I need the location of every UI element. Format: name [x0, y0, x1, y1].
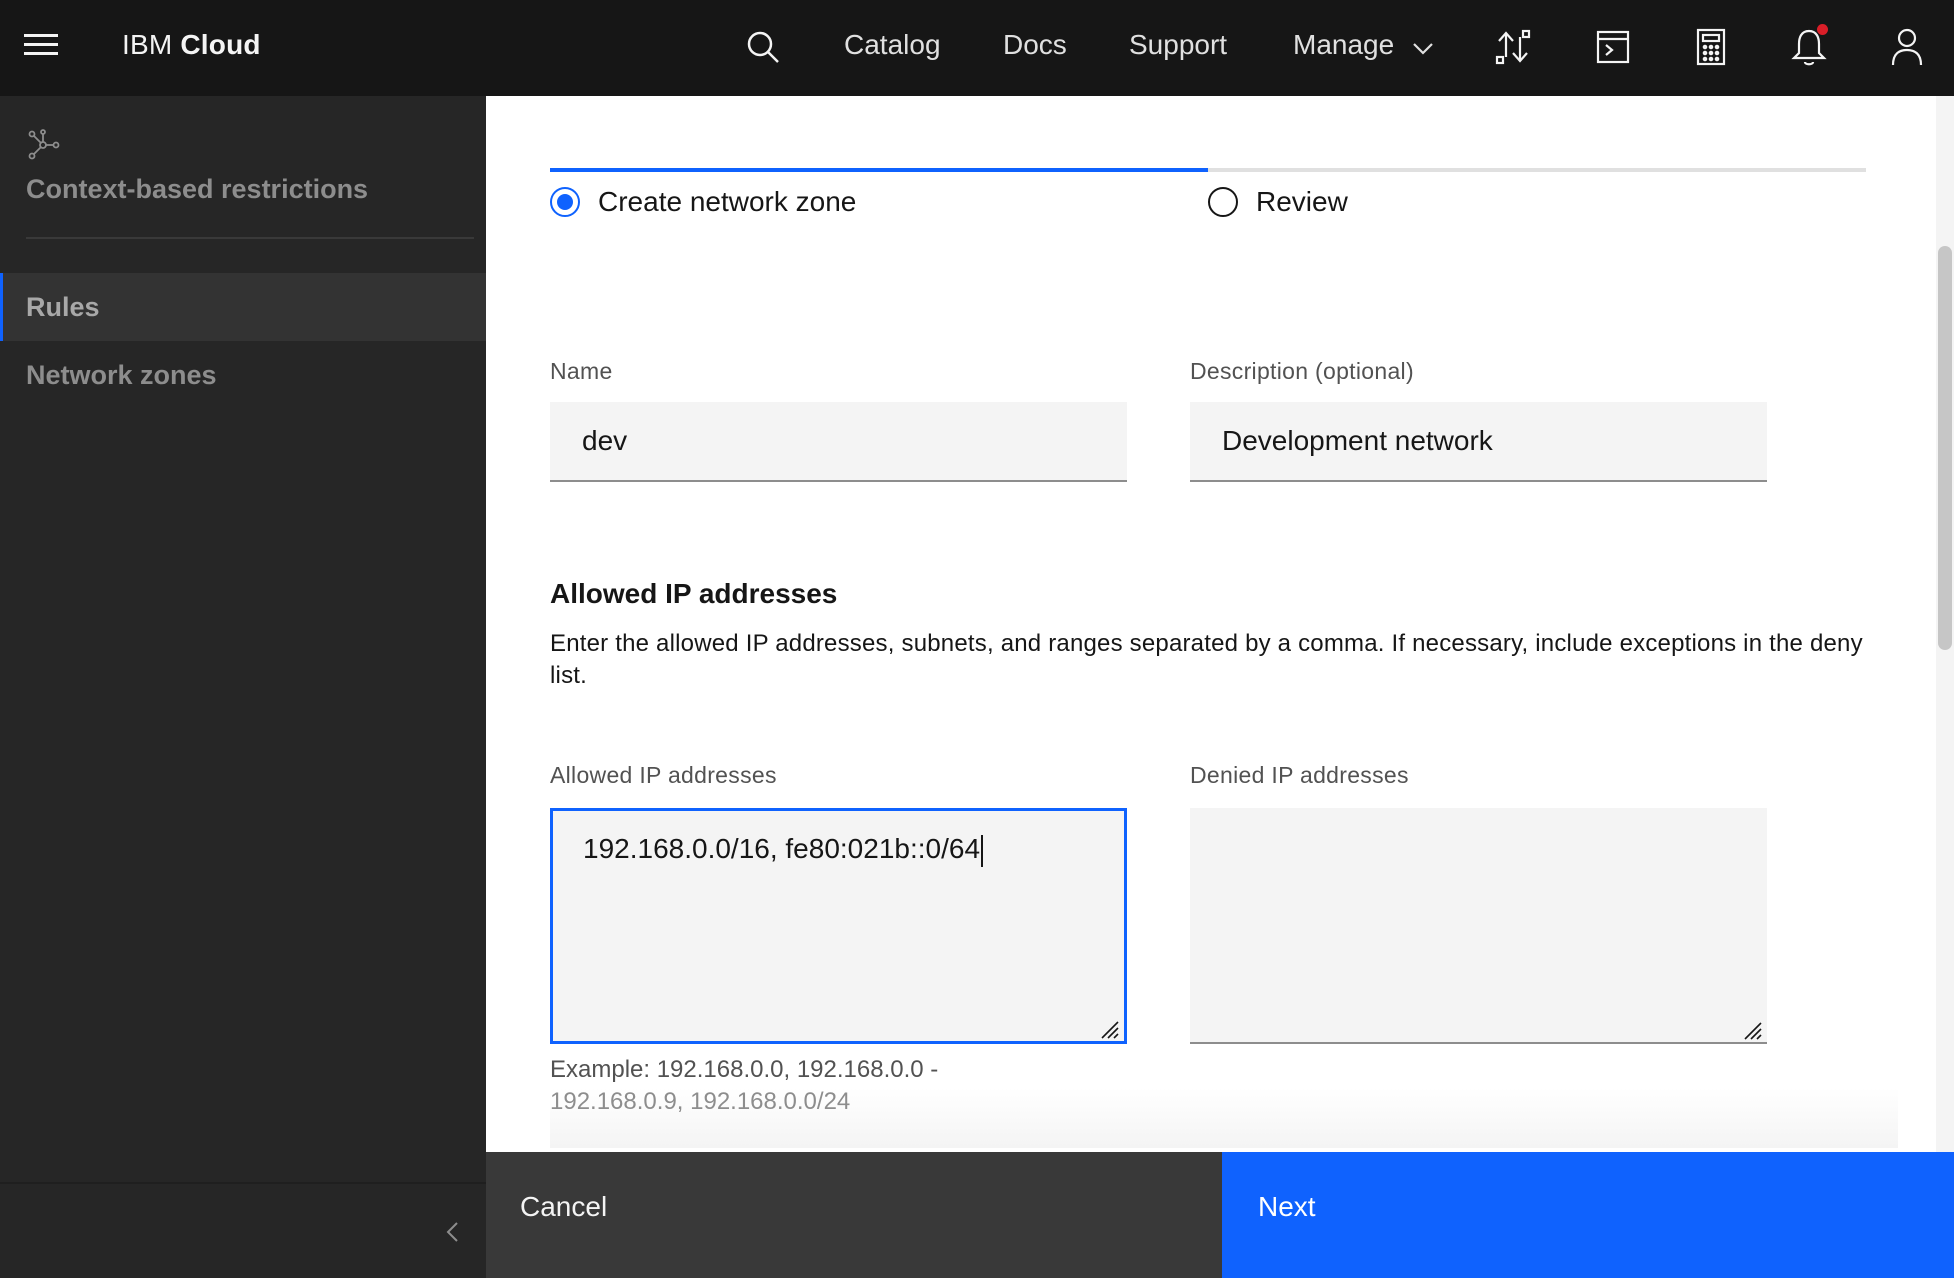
- text-cursor: [981, 834, 984, 867]
- scrollbar-track[interactable]: [1936, 96, 1954, 1152]
- notification-icon[interactable]: [1786, 24, 1832, 70]
- network-icon: [26, 128, 60, 162]
- side-nav-divider: [26, 237, 474, 239]
- manage-menu[interactable]: Manage: [1293, 29, 1434, 63]
- allowed-ip-value: 192.168.0.0/16, fe80:021b::0/64: [583, 833, 981, 864]
- top-header: IBM Cloud Catalog Docs Support Manage: [0, 0, 1954, 96]
- name-field[interactable]: [550, 402, 1127, 482]
- cloud-shell-icon[interactable]: [1590, 24, 1636, 70]
- side-nav: Context-based restrictions Rules Network…: [0, 96, 486, 1278]
- catalog-link[interactable]: Catalog: [844, 29, 941, 61]
- allowed-ip-textarea[interactable]: 192.168.0.0/16, fe80:021b::0/64: [550, 808, 1127, 1044]
- chevron-left-icon[interactable]: [434, 1214, 470, 1250]
- helper-line-1: Example: 192.168.0.0, 192.168.0.0 -: [550, 1056, 939, 1083]
- cancel-button[interactable]: Cancel: [486, 1152, 1222, 1278]
- step-current-icon: [550, 187, 580, 217]
- manage-label: Manage: [1293, 29, 1395, 60]
- chevron-down-icon: [1412, 31, 1434, 63]
- scrollbar-thumb[interactable]: [1938, 246, 1952, 650]
- resize-handle-icon[interactable]: [1741, 1016, 1763, 1040]
- denied-ip-textarea[interactable]: [1190, 808, 1767, 1044]
- cost-estimator-icon[interactable]: [1688, 24, 1734, 70]
- docs-link[interactable]: Docs: [1003, 29, 1067, 61]
- progress-fill: [550, 168, 1208, 172]
- description-label: Description (optional): [1190, 358, 1414, 384]
- helper-line-2: 192.168.0.9, 192.168.0.0/24: [550, 1088, 851, 1115]
- support-link[interactable]: Support: [1129, 29, 1227, 61]
- step-create-network-zone[interactable]: Create network zone: [550, 186, 856, 218]
- allowed-ip-label: Allowed IP addresses: [550, 762, 777, 788]
- notification-badge: [1817, 24, 1828, 35]
- brand-text-light: IBM: [122, 29, 181, 60]
- sidebar-item-network-zones[interactable]: Network zones: [0, 341, 486, 409]
- step-label: Create network zone: [598, 186, 857, 217]
- step-label: Review: [1256, 186, 1348, 217]
- allowed-ip-section-description: Enter the allowed IP addresses, subnets,…: [550, 630, 1863, 689]
- allowed-ip-section-title: Allowed IP addresses: [550, 578, 838, 609]
- step-review[interactable]: Review: [1208, 186, 1348, 218]
- brand-logo[interactable]: IBM Cloud: [122, 29, 261, 61]
- side-nav-footer: [0, 1182, 486, 1278]
- denied-ip-label: Denied IP addresses: [1190, 762, 1409, 788]
- search-icon[interactable]: [740, 24, 786, 70]
- allowed-ip-helper-text: Example: 192.168.0.0, 192.168.0.0 - 192.…: [550, 1054, 1110, 1118]
- sidebar-item-rules[interactable]: Rules: [0, 273, 486, 341]
- next-button[interactable]: Next: [1222, 1152, 1954, 1278]
- description-field[interactable]: [1190, 402, 1767, 482]
- main-content: Create network zone Review Name Descript…: [486, 96, 1954, 1278]
- side-nav-title: Context-based restrictions: [26, 174, 369, 204]
- menu-icon[interactable]: [24, 34, 58, 62]
- name-label: Name: [550, 358, 613, 384]
- switch-account-icon[interactable]: [1490, 24, 1536, 70]
- resize-handle-icon[interactable]: [1098, 1015, 1120, 1039]
- brand-text-bold: Cloud: [180, 29, 261, 60]
- step-incomplete-icon: [1208, 187, 1238, 217]
- user-avatar-icon[interactable]: [1884, 24, 1930, 70]
